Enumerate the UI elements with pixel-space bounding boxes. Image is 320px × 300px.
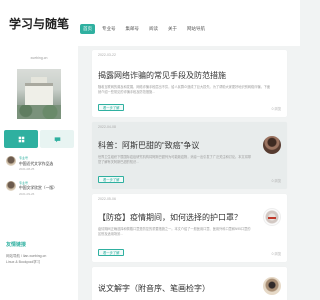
post-date: 2022-03-22: [98, 53, 116, 57]
post-title[interactable]: 科普：阿斯巴甜的“致癌”争议: [98, 140, 199, 151]
post-excerpt: 随着互联网的普及和发展，网络诈骗手段层出不穷，给人民群众造成了巨大损失。为了帮助…: [98, 85, 271, 94]
nav-item-site-nav[interactable]: 网站导航: [184, 24, 208, 34]
site-title[interactable]: 学习与随笔: [9, 15, 69, 32]
chat-icon: [54, 136, 60, 142]
post-title[interactable]: 说文解字（附音序、笔画检字）: [98, 283, 210, 294]
post-card: 2022-05-06 【防疫】疫情期间，如何选择的护口罩？ 疫情期间正确选择和佩…: [92, 194, 287, 262]
list-item[interactable]: 专业号 中国近代文学作品选 2021-08-25: [6, 156, 76, 173]
view-count: 0 浏览: [271, 179, 281, 183]
friends-heading: 友情链接: [6, 242, 27, 248]
post-title[interactable]: 中国文学欣赏（一版）: [19, 186, 57, 192]
post-card: 2022-03-22 揭露网络诈骗的常见手段及防范措施 随着互联网的普及和发展，…: [92, 50, 287, 117]
post-thumbnail[interactable]: [263, 136, 281, 154]
post-date: 2021-09-26: [19, 191, 35, 196]
post-list: 2022-03-22 揭露网络诈骗的常见手段及防范措施 随着互联网的普及和发展，…: [80, 46, 300, 300]
view-count: 0 浏览: [271, 107, 281, 111]
main-nav: 首页 专业号 集邮号 阅读 关于 网站导航: [80, 24, 208, 34]
tab-grid[interactable]: [4, 130, 38, 148]
grid-icon: [18, 136, 24, 142]
post-thumbnail: [6, 156, 16, 166]
site-photo: [17, 69, 61, 119]
post-title[interactable]: 揭露网络诈骗的常见手段及防范措施: [98, 70, 226, 81]
recent-posts: 专业号 中国近代文学作品选 2021-08-25 专业号 中国文学欣赏（一版） …: [6, 156, 76, 205]
sidebar-tabs: [4, 130, 74, 148]
read-more-button[interactable]: 看一步了解: [98, 104, 125, 111]
nav-item-professional[interactable]: 专业号: [99, 24, 119, 34]
nav-item-about[interactable]: 关于: [165, 24, 180, 34]
site-brand[interactable]: 学习与随笔: [0, 0, 78, 46]
post-date: 2021-08-25: [19, 167, 35, 171]
list-item[interactable]: 专业号 中国文学欣赏（一版） 2021-09-26: [6, 180, 76, 198]
post-date: 2022-05-06: [98, 197, 116, 201]
post-date: 2022-04-08: [98, 125, 116, 129]
read-more-button[interactable]: 看一步了解: [98, 176, 125, 183]
view-count: 0 浏览: [271, 252, 281, 256]
site-url: xuebing.cn: [30, 56, 48, 60]
friend-link[interactable]: Linux & Bookpool学习: [6, 260, 40, 265]
post-thumbnail: [6, 180, 16, 191]
post-excerpt: 世界卫生组织下属国际癌症研究机构将阿斯巴甜列为可能致癌物，消息一出引发了广泛关注…: [98, 155, 251, 164]
nav-item-reading[interactable]: 阅读: [146, 24, 161, 34]
post-excerpt: 疫情期间正确选择和佩戴口罩是防控的重要措施之一。本文介绍了一般医用口罩、医用外科…: [98, 227, 251, 236]
post-card: 说文解字（附音序、笔画检字）: [92, 267, 287, 300]
read-more-button[interactable]: 看一步了解: [98, 249, 125, 256]
post-card: 2022-04-08 科普：阿斯巴甜的“致癌”争议 世界卫生组织下属国际癌症研究…: [92, 122, 287, 189]
post-title[interactable]: 【防疫】疫情期间，如何选择的护口罩？: [98, 212, 242, 223]
post-thumbnail[interactable]: [263, 277, 281, 295]
friend-link[interactable]: 网站导航 / lian.xuebing.cn: [6, 254, 46, 259]
tab-comments[interactable]: [40, 130, 74, 148]
post-thumbnail[interactable]: [263, 208, 281, 226]
nav-item-stamps[interactable]: 集邮号: [123, 24, 143, 34]
sidebar: xuebing.cn 专业号 中国近代文学作品选 2021-08-25 专业号 …: [0, 46, 78, 300]
nav-item-home[interactable]: 首页: [80, 24, 95, 34]
